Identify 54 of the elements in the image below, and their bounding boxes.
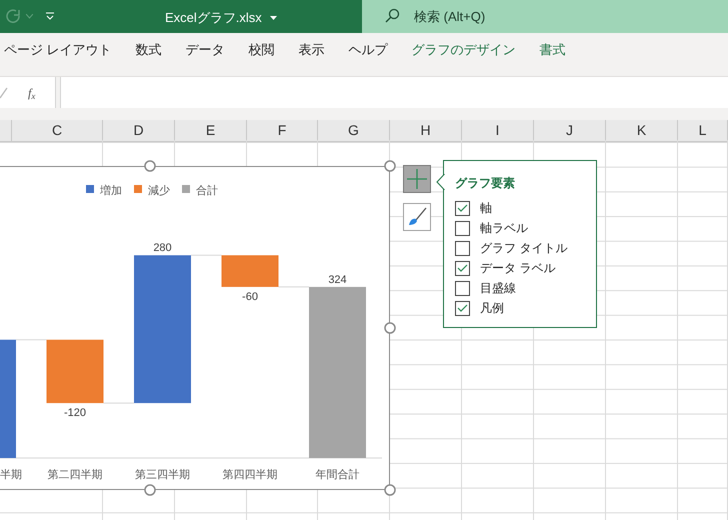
- checkbox[interactable]: [455, 200, 470, 216]
- chart-bar: [222, 255, 278, 287]
- checkbox-label[interactable]: 軸: [480, 199, 492, 217]
- data-label: 280: [153, 242, 172, 254]
- chart-bar: [46, 340, 104, 404]
- formula-input[interactable]: [60, 77, 728, 108]
- ribbon-tab[interactable]: 数式: [136, 40, 162, 60]
- checkbox[interactable]: [455, 220, 470, 236]
- legend-label: 減少: [148, 185, 170, 197]
- search-icon: [384, 8, 400, 24]
- checkbox[interactable]: [455, 300, 470, 316]
- chart-elements-button[interactable]: [403, 165, 431, 193]
- check-icon[interactable]: [0, 86, 8, 98]
- ribbon-tab[interactable]: データ: [186, 40, 225, 60]
- ribbon-tab[interactable]: 校閲: [248, 40, 275, 60]
- category-label: 半期: [0, 469, 22, 481]
- connector-line: [190, 254, 222, 256]
- category-label: 年間合計: [316, 469, 360, 481]
- connector-line: [103, 402, 134, 404]
- chart-styles-button[interactable]: [403, 203, 431, 231]
- category-label: 第四四半期: [222, 469, 278, 481]
- panel-title: グラフ要素: [455, 175, 516, 192]
- data-label: 324: [328, 274, 347, 286]
- category-label: 第二四半期: [48, 469, 102, 481]
- connector-line: [278, 286, 310, 288]
- checkbox-label[interactable]: グラフ タイトル: [480, 239, 568, 257]
- ribbon-tab[interactable]: ページ レイアウト: [4, 40, 112, 60]
- ribbon-tab[interactable]: グラフのデザイン: [412, 40, 516, 60]
- function-button[interactable]: f$_{x}$: [28, 84, 36, 102]
- caret-icon[interactable]: [26, 14, 33, 19]
- paintbrush-icon: [406, 206, 428, 228]
- category-label: 第三四半期: [135, 469, 190, 481]
- checkbox[interactable]: [455, 240, 470, 256]
- search-field[interactable]: 検索 (Alt+Q): [362, 0, 728, 33]
- legend-label: 合計: [196, 185, 218, 197]
- checkbox-label[interactable]: データ ラベル: [480, 259, 556, 277]
- checkbox-label[interactable]: 軸ラベル: [480, 219, 528, 237]
- checkbox[interactable]: [455, 280, 470, 296]
- data-label: -120: [64, 407, 86, 420]
- customize-toolbar-icon[interactable]: [46, 12, 54, 20]
- checkbox[interactable]: [455, 260, 470, 276]
- ribbon-tab[interactable]: ヘルプ: [348, 40, 388, 60]
- file-name[interactable]: Excelグラフ.xlsx: [165, 8, 277, 28]
- legend-label: 増加: [100, 185, 122, 197]
- column-header[interactable]: C: [12, 120, 103, 141]
- ribbon-tab[interactable]: 書式: [540, 40, 566, 60]
- connector-line: [16, 339, 47, 340]
- redo-icon[interactable]: [6, 9, 22, 24]
- checkbox-label[interactable]: 目盛線: [480, 279, 516, 297]
- checkbox-label[interactable]: 凡例: [480, 299, 504, 317]
- caret-icon: [270, 16, 277, 20]
- data-label: -60: [242, 290, 258, 303]
- plus-icon: [407, 169, 427, 189]
- ribbon-tab[interactable]: 表示: [298, 40, 325, 60]
